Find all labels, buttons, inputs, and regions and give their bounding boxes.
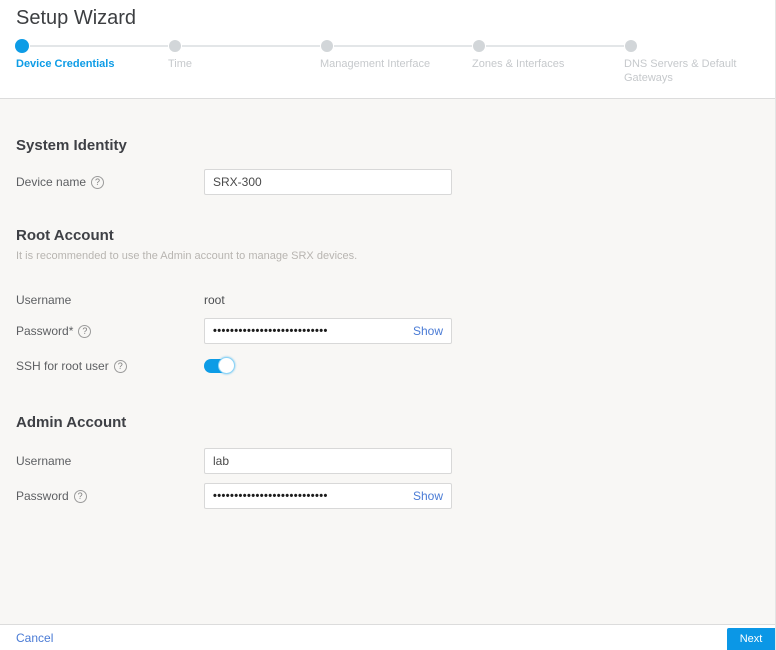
- step-connector: [30, 45, 168, 47]
- admin-password-show-link[interactable]: Show: [413, 489, 443, 503]
- admin-username-row: Username: [16, 448, 759, 474]
- ssh-root-field-wrap: [204, 357, 452, 374]
- root-password-masked-value: •••••••••••••••••••••••••••: [213, 325, 328, 337]
- step-label-management-interface: Management Interface: [320, 58, 431, 70]
- root-password-input[interactable]: ••••••••••••••••••••••••••• Show: [204, 318, 452, 344]
- setup-wizard-page: Setup Wizard Device Credentials Time Man…: [0, 0, 776, 650]
- admin-password-row: Password ? ••••••••••••••••••••••••••• S…: [16, 483, 759, 509]
- device-name-field-wrap: [204, 169, 452, 195]
- ssh-root-row: SSH for root user ?: [16, 356, 759, 376]
- admin-password-label-wrap: Password ?: [16, 489, 204, 503]
- admin-password-field-wrap: ••••••••••••••••••••••••••• Show: [204, 483, 452, 509]
- device-name-input[interactable]: [204, 169, 452, 195]
- admin-password-input[interactable]: ••••••••••••••••••••••••••• Show: [204, 483, 452, 509]
- step-label-dns-servers: DNS Servers & Default Gateways: [624, 58, 737, 84]
- admin-password-masked-value: •••••••••••••••••••••••••••: [213, 490, 328, 502]
- toggle-knob: [218, 357, 235, 374]
- step-connector: [334, 45, 472, 47]
- admin-username-input[interactable]: [204, 448, 452, 474]
- root-password-label-wrap: Password* ?: [16, 324, 204, 338]
- root-username-value-wrap: root: [204, 291, 452, 309]
- step-connector: [486, 45, 624, 47]
- wizard-content: System Identity Device name ? Root Accou…: [0, 99, 775, 624]
- help-icon[interactable]: ?: [91, 175, 105, 189]
- help-icon[interactable]: ?: [78, 324, 92, 338]
- device-name-label: Device name: [16, 175, 87, 189]
- step-label-time: Time: [168, 58, 193, 70]
- help-icon[interactable]: ?: [73, 489, 87, 503]
- step-dot-zones-interfaces: [473, 40, 485, 52]
- root-account-heading: Root Account: [16, 227, 114, 244]
- root-password-label: Password*: [16, 324, 74, 338]
- next-button[interactable]: Next: [727, 628, 775, 650]
- admin-username-label-wrap: Username: [16, 454, 204, 468]
- root-password-row: Password* ? ••••••••••••••••••••••••••• …: [16, 318, 759, 344]
- root-username-row: Username root: [16, 290, 759, 310]
- system-identity-heading: System Identity: [16, 137, 127, 154]
- root-username-value: root: [204, 293, 225, 307]
- root-account-subtitle: It is recommended to use the Admin accou…: [16, 250, 358, 262]
- help-icon[interactable]: ?: [113, 359, 127, 373]
- root-username-label-wrap: Username: [16, 293, 204, 307]
- step-dot-dns-servers: [625, 40, 637, 52]
- wizard-stepper: Device Credentials Time Management Inter…: [0, 0, 775, 99]
- wizard-footer: Cancel Next: [0, 624, 775, 650]
- device-name-label-wrap: Device name ?: [16, 175, 204, 189]
- step-label-device-credentials: Device Credentials: [16, 58, 115, 70]
- cancel-button[interactable]: Cancel: [16, 631, 53, 645]
- ssh-root-toggle[interactable]: [204, 357, 235, 374]
- wizard-header: Setup Wizard Device Credentials Time Man…: [0, 0, 775, 99]
- device-name-row: Device name ?: [16, 169, 759, 195]
- step-label-zones-interfaces: Zones & Interfaces: [472, 58, 565, 70]
- root-password-field-wrap: ••••••••••••••••••••••••••• Show: [204, 318, 452, 344]
- root-username-label: Username: [16, 293, 72, 307]
- root-password-show-link[interactable]: Show: [413, 324, 443, 338]
- ssh-root-label-wrap: SSH for root user ?: [16, 359, 204, 373]
- step-dot-device-credentials: [15, 39, 29, 53]
- admin-username-label: Username: [16, 454, 72, 468]
- ssh-root-label: SSH for root user: [16, 359, 109, 373]
- step-connector: [182, 45, 320, 47]
- step-dot-management-interface: [321, 40, 333, 52]
- admin-username-field-wrap: [204, 448, 452, 474]
- admin-password-label: Password: [16, 489, 69, 503]
- admin-account-heading: Admin Account: [16, 414, 127, 431]
- step-dot-time: [169, 40, 181, 52]
